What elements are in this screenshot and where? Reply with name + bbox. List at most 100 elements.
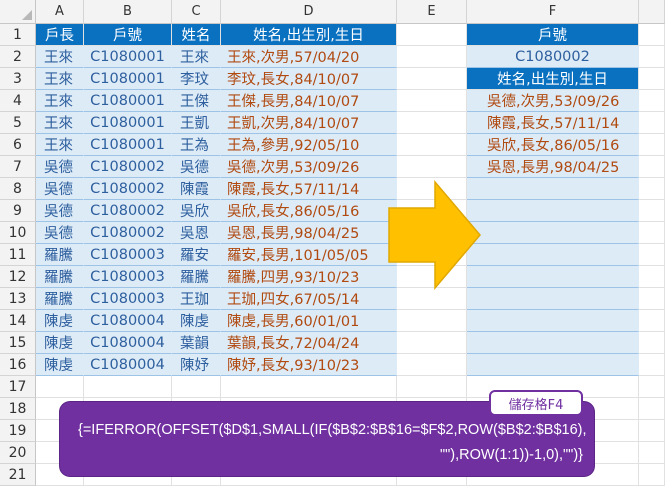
table-cell[interactable]: 王凱 (172, 112, 221, 134)
row-header-17[interactable]: 17 (0, 376, 36, 398)
row-header-7[interactable]: 7 (0, 156, 36, 178)
cell-g17[interactable] (639, 376, 665, 398)
cell-e1[interactable] (397, 24, 467, 46)
row-header-1[interactable]: 1 (0, 24, 36, 46)
table-cell[interactable]: 王為 (172, 134, 221, 156)
table-cell[interactable]: 羅騰 (172, 266, 221, 288)
table-cell[interactable]: C1080001 (84, 90, 172, 112)
table-cell[interactable]: 王凱,次男,84/10/07 (221, 112, 397, 134)
cell-g18[interactable] (639, 398, 665, 420)
table-cell[interactable]: 王為,參男,92/05/10 (221, 134, 397, 156)
table-cell[interactable]: 吳德 (36, 156, 84, 178)
table-cell[interactable]: 陳虔 (36, 332, 84, 354)
cell-a17[interactable] (36, 376, 84, 398)
table-header-c[interactable]: 姓名 (172, 24, 221, 46)
cell-g2[interactable] (639, 46, 665, 68)
row-header-11[interactable]: 11 (0, 244, 36, 266)
table-cell[interactable]: C1080001 (84, 134, 172, 156)
cell-c17[interactable] (172, 376, 221, 398)
row-header-18[interactable]: 18 (0, 398, 36, 420)
table-cell[interactable]: 王來 (36, 68, 84, 90)
table-cell[interactable]: 吳恩 (172, 222, 221, 244)
table-cell[interactable]: 王來 (36, 112, 84, 134)
table-cell[interactable]: C1080004 (84, 310, 172, 332)
table-cell[interactable]: C1080003 (84, 266, 172, 288)
table-cell[interactable]: 陳虔,長男,60/01/01 (221, 310, 397, 332)
cell-g21[interactable] (639, 464, 665, 486)
table-cell[interactable]: 羅騰 (36, 288, 84, 310)
column-header-c[interactable]: C (172, 0, 221, 24)
column-header-b[interactable]: B (84, 0, 172, 24)
table-header-d[interactable]: 姓名,出生別,生日 (221, 24, 397, 46)
table-cell[interactable]: 羅安,長男,101/05/05 (221, 244, 397, 266)
row-header-21[interactable]: 21 (0, 464, 36, 486)
table-cell[interactable]: 羅騰,四男,93/10/23 (221, 266, 397, 288)
table-cell[interactable]: 羅騰 (36, 266, 84, 288)
cell-e13[interactable] (397, 288, 467, 310)
table-cell[interactable]: 陳妤,長女,93/10/23 (221, 354, 397, 376)
table-cell[interactable]: C1080004 (84, 332, 172, 354)
row-header-8[interactable]: 8 (0, 178, 36, 200)
cell-e3[interactable] (397, 68, 467, 90)
cell-e14[interactable] (397, 310, 467, 332)
cell-g1[interactable] (639, 24, 665, 46)
table-cell[interactable]: C1080002 (84, 222, 172, 244)
select-all-corner[interactable] (0, 0, 36, 24)
result-header[interactable]: 姓名,出生別,生日 (467, 68, 639, 90)
table-cell[interactable]: 陳虔 (172, 310, 221, 332)
column-header-d[interactable]: D (221, 0, 397, 24)
table-cell[interactable]: 吳德 (36, 222, 84, 244)
column-header-f[interactable]: F (467, 0, 639, 24)
table-cell[interactable]: 吳欣 (172, 200, 221, 222)
column-header-e[interactable]: E (397, 0, 467, 24)
cell-g7[interactable] (639, 156, 665, 178)
cell-e15[interactable] (397, 332, 467, 354)
row-header-5[interactable]: 5 (0, 112, 36, 134)
cell-b17[interactable] (84, 376, 172, 398)
cell-g14[interactable] (639, 310, 665, 332)
table-cell[interactable]: 陳虔 (36, 354, 84, 376)
table-cell[interactable]: 李玟,長女,84/10/07 (221, 68, 397, 90)
table-header-b[interactable]: 戶號 (84, 24, 172, 46)
result-cell[interactable] (467, 222, 639, 244)
result-cell[interactable]: 吳欣,長女,86/05/16 (467, 134, 639, 156)
row-header-16[interactable]: 16 (0, 354, 36, 376)
table-cell[interactable]: C1080002 (84, 156, 172, 178)
result-cell[interactable]: 吳恩,長男,98/04/25 (467, 156, 639, 178)
table-cell[interactable]: 吳德 (36, 178, 84, 200)
table-cell[interactable]: C1080003 (84, 288, 172, 310)
table-cell[interactable]: 王珈 (172, 288, 221, 310)
cell-g19[interactable] (639, 420, 665, 442)
lookup-header[interactable]: 戶號 (467, 24, 639, 46)
table-cell[interactable]: 王珈,四女,67/05/14 (221, 288, 397, 310)
table-cell[interactable]: 吳恩,長男,98/04/25 (221, 222, 397, 244)
table-cell[interactable]: 葉韻 (172, 332, 221, 354)
cell-g6[interactable] (639, 134, 665, 156)
cell-d17[interactable] (221, 376, 397, 398)
row-header-15[interactable]: 15 (0, 332, 36, 354)
cell-g8[interactable] (639, 178, 665, 200)
table-cell[interactable]: C1080001 (84, 112, 172, 134)
cell-e5[interactable] (397, 112, 467, 134)
cell-g13[interactable] (639, 288, 665, 310)
table-cell[interactable]: 王來 (36, 134, 84, 156)
row-header-19[interactable]: 19 (0, 420, 36, 442)
row-header-9[interactable]: 9 (0, 200, 36, 222)
column-header-a[interactable]: A (36, 0, 84, 24)
cell-e4[interactable] (397, 90, 467, 112)
cell-g12[interactable] (639, 266, 665, 288)
row-header-14[interactable]: 14 (0, 310, 36, 332)
cell-e6[interactable] (397, 134, 467, 156)
result-cell[interactable] (467, 310, 639, 332)
table-cell[interactable]: 陳霞,長女,57/11/14 (221, 178, 397, 200)
table-cell[interactable]: 王來,次男,57/04/20 (221, 46, 397, 68)
table-cell[interactable]: 羅安 (172, 244, 221, 266)
cell-e17[interactable] (397, 376, 467, 398)
table-cell[interactable]: 吳德 (36, 200, 84, 222)
cell-g11[interactable] (639, 244, 665, 266)
cell-g10[interactable] (639, 222, 665, 244)
cell-g20[interactable] (639, 442, 665, 464)
table-cell[interactable]: C1080002 (84, 200, 172, 222)
table-cell[interactable]: C1080004 (84, 354, 172, 376)
cell-e16[interactable] (397, 354, 467, 376)
